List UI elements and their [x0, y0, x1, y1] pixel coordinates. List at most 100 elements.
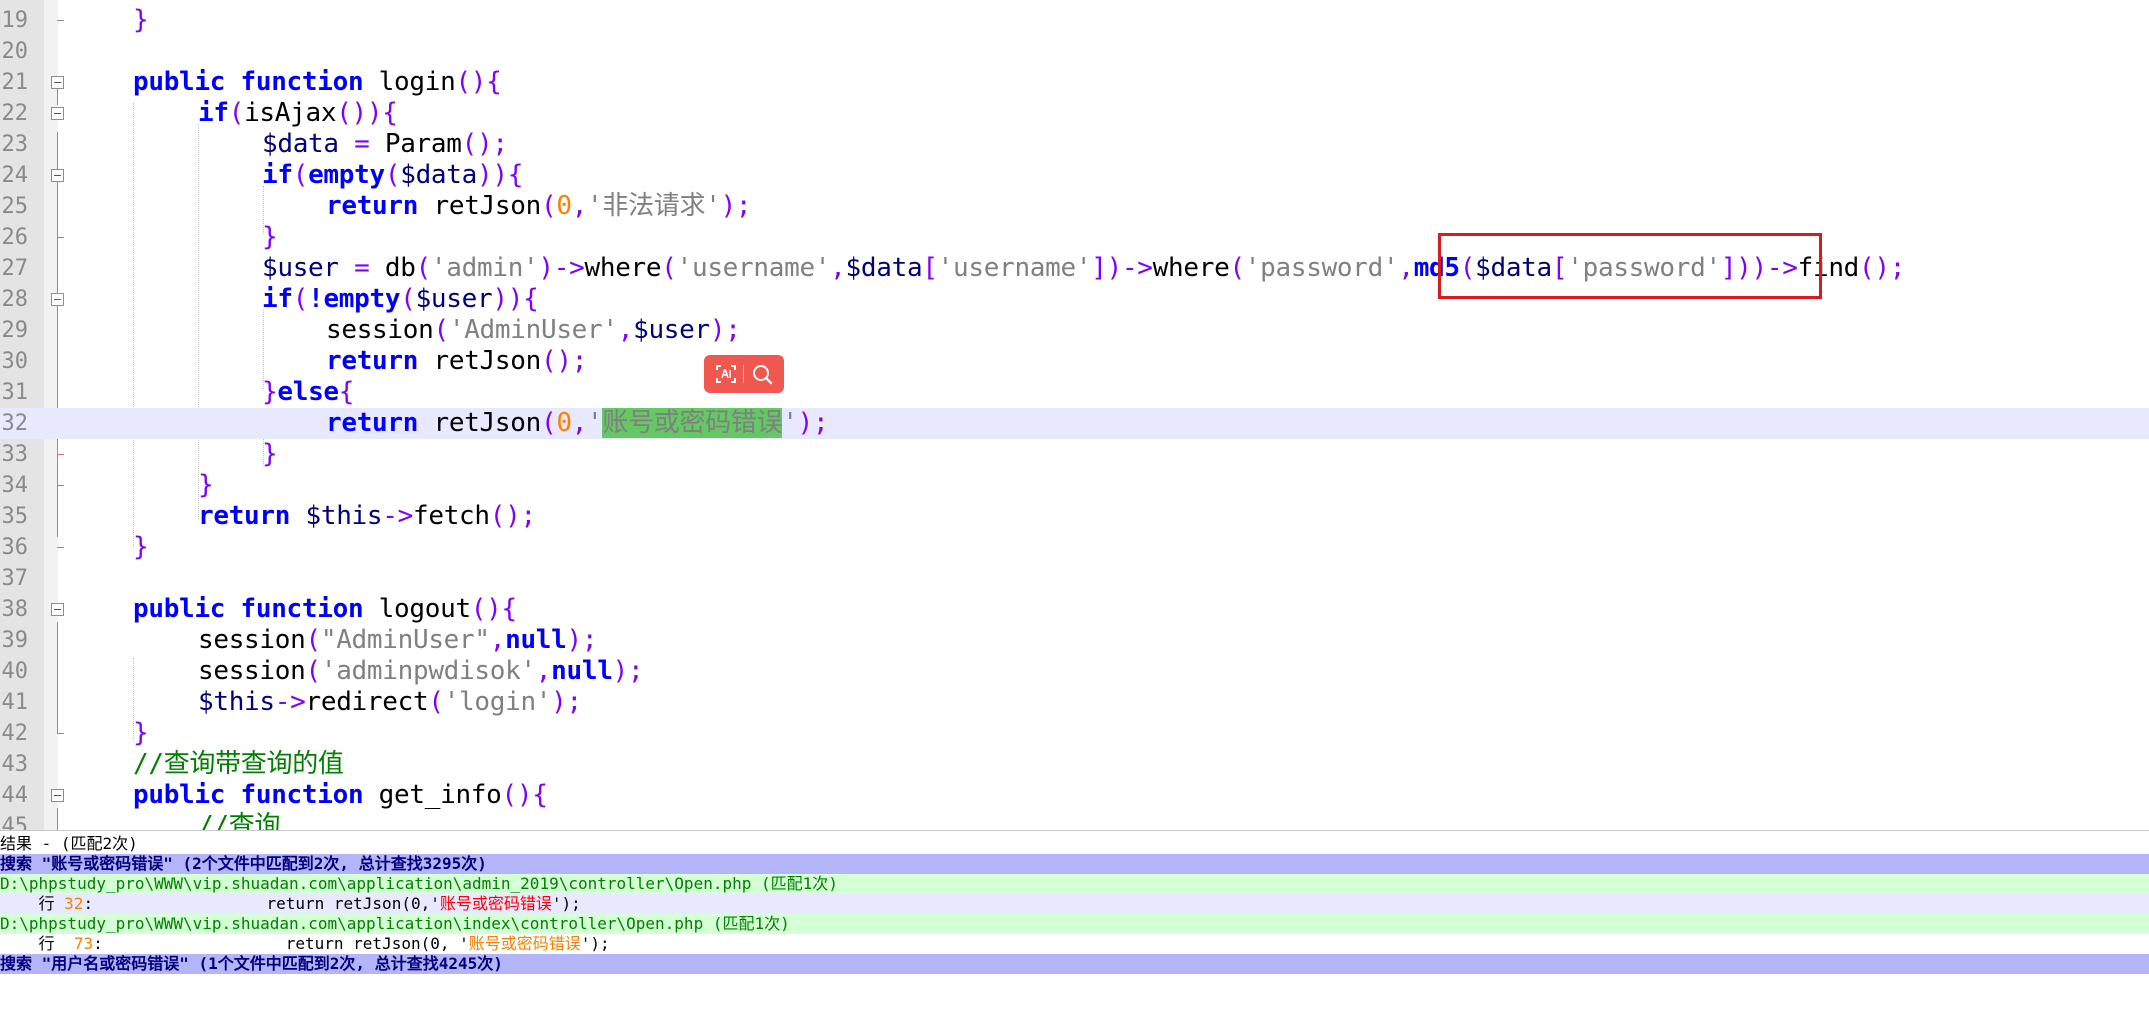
code-line-19: 19 } [0, 5, 2149, 36]
code-line-24: 24 if(empty($data)){ [0, 160, 2149, 191]
file-result-row[interactable]: D:\phpstudy_pro\WWW\vip.shuadan.com\appl… [0, 914, 2149, 934]
brace: } [262, 439, 278, 469]
fold-end-tick [57, 485, 64, 486]
fold-collapse-button[interactable] [51, 107, 64, 120]
operator: () [501, 780, 533, 810]
operator: ( [305, 656, 321, 686]
keyword: return [326, 191, 419, 221]
hit-line-label: 行 [0, 894, 65, 913]
keyword: if [262, 160, 293, 190]
line-number: 26 [1, 225, 29, 250]
operator: ; [813, 408, 829, 438]
keyword: return [326, 408, 419, 438]
line-number: 40 [1, 659, 29, 684]
line-number: 21 [1, 70, 29, 95]
operator: , [489, 625, 506, 655]
line-number: 34 [1, 473, 29, 498]
fold-collapse-button[interactable] [51, 789, 64, 802]
operator: ) [507, 284, 524, 314]
search-result-header[interactable]: 搜索 "账号或密码错误" (2个文件中匹配到2次, 总计查找3295次) [0, 854, 2149, 874]
string: 'login' [443, 687, 552, 717]
keyword: function [240, 780, 364, 810]
brace: } [133, 718, 149, 748]
keyword: empty [323, 284, 401, 314]
code-line-30: 30 return retJson(); [0, 346, 2149, 377]
number: 0 [556, 191, 572, 221]
keyword: return [198, 501, 291, 531]
operator: ) [477, 160, 493, 190]
code-line-37: 37 [0, 563, 2149, 594]
keyword: function [240, 594, 364, 624]
file-result-row[interactable]: D:\phpstudy_pro\WWW\vip.shuadan.com\appl… [0, 874, 2149, 894]
operator: () [336, 98, 367, 128]
annotation-red-box [1438, 233, 1822, 299]
operator: ( [292, 284, 309, 314]
brace: { [338, 377, 355, 407]
hit-line-number: 32 [64, 894, 84, 913]
operator: ) [492, 284, 508, 314]
operator: ; [581, 625, 598, 655]
function-name: db [384, 253, 416, 283]
code-line-23: 23 $data = Param(); [0, 129, 2149, 160]
fold-collapse-button[interactable] [51, 603, 64, 616]
hit-result-row[interactable]: 行 73: return retJson(0, '账号或密码错误'); [0, 934, 2149, 954]
operator: , [571, 408, 588, 438]
fold-end-tick [57, 237, 64, 238]
hit-result-row[interactable]: 行 32: return retJson(0,'账号或密码错误'); [0, 894, 2149, 914]
keyword: return [326, 346, 419, 376]
fold-end-tick [57, 547, 64, 548]
operator: ; [725, 315, 741, 345]
operator: -> [553, 253, 585, 283]
find-results-panel[interactable]: 结果 - (匹配2次) 搜索 "账号或密码错误" (2个文件中匹配到2次, 总计… [0, 830, 2149, 1030]
operator: ) [612, 656, 629, 686]
search-match-highlight[interactable]: 账号或密码错误 [602, 408, 783, 438]
operator: ; [566, 687, 583, 717]
keyword: public [133, 780, 226, 810]
search-result-header[interactable]: 搜索 "用户名或密码错误" (1个文件中匹配到2次, 总计查找4245次) [0, 954, 2149, 974]
line-number: 32 [1, 411, 29, 436]
operator: ) [797, 408, 814, 438]
keyword: null [505, 625, 567, 655]
code-line-45: 45 //查询 [0, 811, 2149, 830]
string: ' [587, 408, 603, 438]
search-icon[interactable] [750, 362, 774, 386]
operator: ( [428, 687, 444, 717]
code-line-29: 29 session('AdminUser',$user); [0, 315, 2149, 346]
operator: ( [433, 315, 449, 345]
fold-collapse-button[interactable] [51, 76, 64, 89]
ai-scan-icon[interactable] [714, 362, 738, 386]
line-number: 35 [1, 504, 29, 529]
operator: ( [1229, 253, 1245, 283]
string: 'password' [1244, 253, 1399, 283]
fold-collapse-button[interactable] [51, 293, 64, 306]
hit-line-label: 行 [0, 934, 74, 953]
string: 'admin' [430, 253, 539, 283]
brace: { [501, 594, 518, 624]
keyword: function [240, 67, 364, 97]
keyword: empty [308, 160, 385, 190]
keyword: else [277, 377, 339, 407]
code-line-20: 20 [0, 36, 2149, 67]
operator: -> [274, 687, 306, 717]
keyword: public [133, 67, 226, 97]
comment: //查询 [198, 811, 281, 830]
code-editor[interactable]: 19 } 20 21 public function login(){ 22 i… [0, 0, 2149, 830]
line-number: 31 [1, 380, 29, 405]
string: 'AdminUser' [448, 315, 618, 345]
variable: $data [262, 129, 339, 159]
function-name: retJson [433, 408, 541, 438]
brace: } [262, 222, 278, 252]
string: 'adminpwdisok' [320, 656, 536, 686]
variable: $data [400, 160, 477, 190]
line-number: 39 [1, 628, 29, 653]
operator: ) [720, 191, 737, 221]
line-number: 20 [1, 39, 29, 64]
line-number: 22 [1, 101, 29, 126]
function-name: retJson [433, 346, 541, 376]
code-line-39: 39 session("AdminUser",null); [0, 625, 2149, 656]
fold-collapse-button[interactable] [51, 169, 64, 182]
line-number: 42 [1, 721, 29, 746]
keyword: public [133, 594, 226, 624]
brace: { [532, 780, 548, 810]
code-line-26: 26 } [0, 222, 2149, 253]
